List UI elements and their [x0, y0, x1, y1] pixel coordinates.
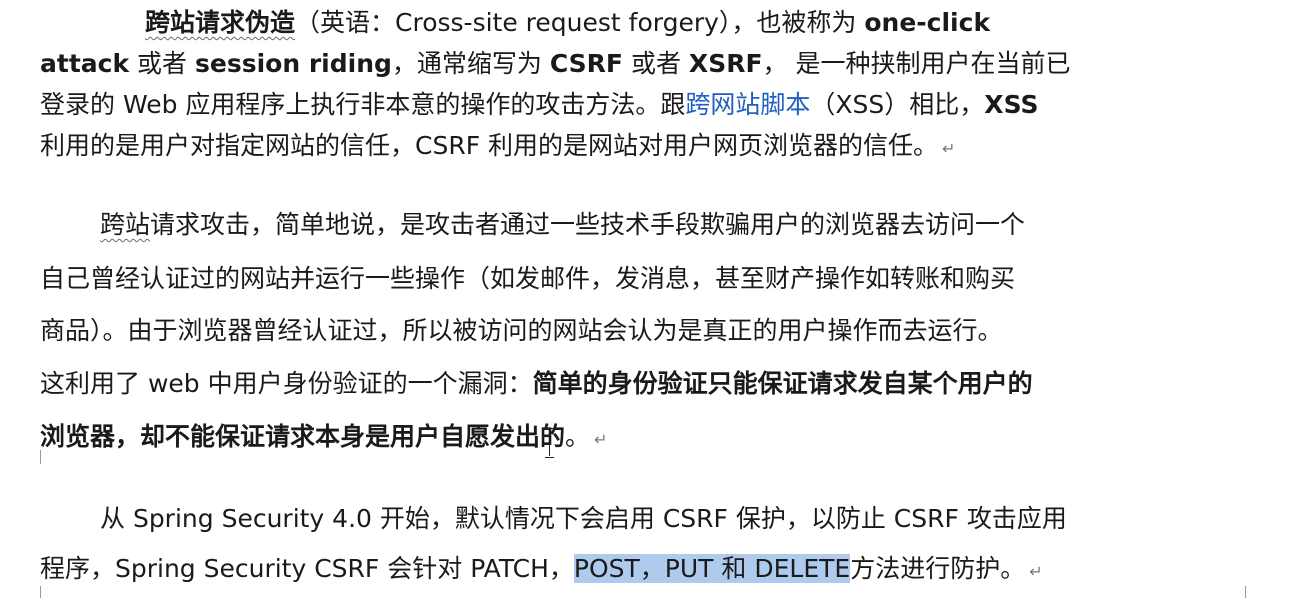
bold-statement: 简单的身份验证只能保证请求发自某个用户的 — [532, 369, 1033, 398]
p1-text: （英语：Cross-site request forgery），也被称为 — [295, 8, 865, 37]
term-cross-site: 跨站 — [100, 210, 151, 239]
p1-line-1: 跨站请求伪造（英语：Cross-site request forgery），也被… — [145, 6, 990, 40]
p3-line-2: 程序，Spring Security CSRF 会针对 PATCH，POST，P… — [40, 552, 1043, 589]
term-session-riding: session riding — [195, 49, 392, 78]
p1-line-3: 登录的 Web 应用程序上执行非本意的操作的攻击方法。跟跨网站脚本（XSS）相比… — [40, 88, 1038, 122]
margin-guide — [1245, 586, 1246, 598]
p2-text: 自己曾经认证过的网站并运行一些操作（如发邮件，发消息，甚至财产操作如转账和购买 — [40, 264, 1016, 293]
p1-line-2: attack 或者 session riding，通常缩写为 CSRF 或者 X… — [40, 47, 1070, 81]
term-xsrf: XSRF — [688, 49, 763, 78]
term-csrf: CSRF — [549, 49, 624, 78]
p1-text: 或者 — [623, 49, 689, 78]
paragraph-mark-icon: ↵ — [594, 430, 608, 449]
p1-text: 利用的是用户对指定网站的信任，CSRF 利用的是网站对用户网页浏览器的信任。 — [40, 131, 939, 160]
bold-statement: 浏览器，却不能保证请求本身是用户自愿发出的 — [40, 422, 566, 451]
p1-text: （XSS）相比， — [810, 90, 985, 119]
xss-link[interactable]: 跨网站脚本 — [685, 90, 810, 119]
p2-line-2: 自己曾经认证过的网站并运行一些操作（如发邮件，发消息，甚至财产操作如转账和购买 — [40, 262, 1015, 296]
p2-line-1: 跨站请求攻击，简单地说，是攻击者通过一些技术手段欺骗用户的浏览器去访问一个 — [100, 208, 1025, 242]
p1-text: 登录的 Web 应用程序上执行非本意的操作的攻击方法。跟 — [40, 90, 686, 119]
term-attack: attack — [40, 49, 130, 78]
p1-text: ， 是一种挟制用户在当前已 — [762, 49, 1071, 78]
p3-text: 从 Spring Security 4.0 开始，默认情况下会启用 CSRF 保… — [100, 504, 1067, 533]
p2-text: 请求攻击，简单地说，是攻击者通过一些技术手段欺骗用户的浏览器去访问一个 — [150, 210, 1026, 239]
p1-text: 或者 — [129, 49, 195, 78]
margin-guide — [40, 450, 41, 464]
term-csrf-chinese: 跨站请求伪造 — [145, 8, 296, 37]
text-cursor-icon — [545, 428, 555, 458]
p3-line-1: 从 Spring Security 4.0 开始，默认情况下会启用 CSRF 保… — [100, 502, 1067, 536]
p1-text: ，通常缩写为 — [391, 49, 550, 78]
p3-text: 方法进行防护。 — [850, 554, 1026, 583]
paragraph-mark-icon: ↵ — [942, 139, 956, 158]
p1-line-4: 利用的是用户对指定网站的信任，CSRF 利用的是网站对用户网页浏览器的信任。 ↵ — [40, 129, 955, 166]
p2-line-3: 商品）。由于浏览器曾经认证过，所以被访问的网站会认为是真正的用户操作而去运行。 — [40, 314, 1003, 348]
term-xss: XSS — [984, 90, 1039, 119]
p2-text: 商品）。由于浏览器曾经认证过，所以被访问的网站会认为是真正的用户操作而去运行。 — [40, 316, 1003, 345]
p2-text: 。 — [565, 422, 591, 451]
margin-guide — [40, 586, 41, 598]
term-one-click: one-click — [864, 8, 991, 37]
p2-line-5: 浏览器，却不能保证请求本身是用户自愿发出的。 ↵ — [40, 420, 607, 457]
p2-text: 这利用了 web 中用户身份验证的一个漏洞： — [40, 369, 533, 398]
paragraph-mark-icon: ↵ — [1029, 562, 1043, 581]
selected-text[interactable]: POST，PUT 和 DELETE — [573, 554, 851, 583]
p2-line-4: 这利用了 web 中用户身份验证的一个漏洞：简单的身份验证只能保证请求发自某个用… — [40, 367, 1033, 401]
p3-text: 程序，Spring Security CSRF 会针对 PATCH， — [40, 554, 574, 583]
